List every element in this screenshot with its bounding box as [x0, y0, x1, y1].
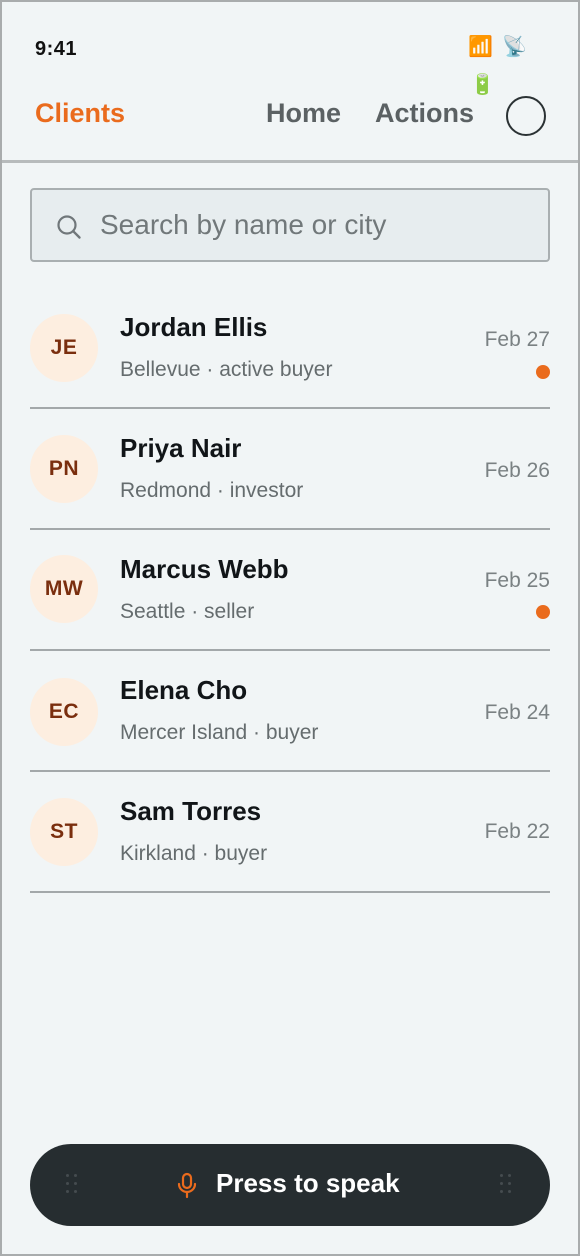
client-row[interactable]: PN Priya Nair Redmond · investor Feb 26	[30, 409, 550, 530]
nav-actions-link[interactable]: Actions	[375, 98, 474, 129]
profile-circle-button[interactable]	[506, 96, 546, 136]
drag-handle-icon	[500, 1174, 514, 1194]
phone-frame: 9:41 📶 📡 🔋 Clients Home Actions JE Jorda…	[0, 0, 580, 1256]
client-subtitle: Seattle · seller	[120, 600, 255, 623]
avatar: MW	[30, 555, 98, 623]
avatar: PN	[30, 435, 98, 503]
client-subtitle: Mercer Island · buyer	[120, 721, 319, 744]
nav-clients-title[interactable]: Clients	[35, 98, 125, 129]
avatar: JE	[30, 314, 98, 382]
microphone-icon	[177, 1172, 197, 1199]
client-subtitle: Bellevue · active buyer	[120, 358, 333, 381]
status-time: 9:41	[35, 38, 78, 60]
client-date: Feb 25	[484, 569, 550, 592]
header-divider	[2, 160, 578, 163]
client-date: Feb 27	[484, 328, 550, 351]
top-nav: Clients Home Actions	[2, 92, 578, 162]
satellite-icon: 📡	[502, 36, 527, 58]
client-name: Jordan Ellis	[120, 312, 268, 342]
client-name: Priya Nair	[120, 433, 242, 463]
signal-icon: 📶	[468, 36, 493, 58]
avatar: ST	[30, 798, 98, 866]
client-list: JE Jordan Ellis Bellevue · active buyer …	[30, 288, 550, 893]
press-to-speak-button[interactable]: Press to speak	[30, 1144, 550, 1226]
search-box[interactable]	[30, 188, 550, 262]
client-row[interactable]: MW Marcus Webb Seattle · seller Feb 25	[30, 530, 550, 651]
client-date: Feb 22	[484, 820, 550, 843]
client-name: Sam Torres	[120, 796, 262, 826]
client-row[interactable]: JE Jordan Ellis Bellevue · active buyer …	[30, 288, 550, 409]
status-icons: 📶 📡 🔋	[468, 36, 538, 100]
unread-dot	[536, 365, 550, 379]
client-date: Feb 26	[484, 459, 550, 482]
search-icon	[57, 215, 81, 239]
client-subtitle: Redmond · investor	[120, 479, 304, 502]
avatar: EC	[30, 678, 98, 746]
client-name: Marcus Webb	[120, 554, 289, 584]
client-date: Feb 24	[484, 701, 550, 724]
search-input[interactable]	[100, 204, 530, 246]
client-name: Elena Cho	[120, 675, 248, 705]
client-row[interactable]: ST Sam Torres Kirkland · buyer Feb 22	[30, 772, 550, 893]
client-subtitle: Kirkland · buyer	[120, 842, 268, 865]
drag-handle-icon	[66, 1174, 80, 1194]
nav-home-link[interactable]: Home	[266, 98, 341, 129]
unread-dot	[536, 605, 550, 619]
press-to-speak-label: Press to speak	[216, 1168, 400, 1198]
client-row[interactable]: EC Elena Cho Mercer Island · buyer Feb 2…	[30, 651, 550, 772]
